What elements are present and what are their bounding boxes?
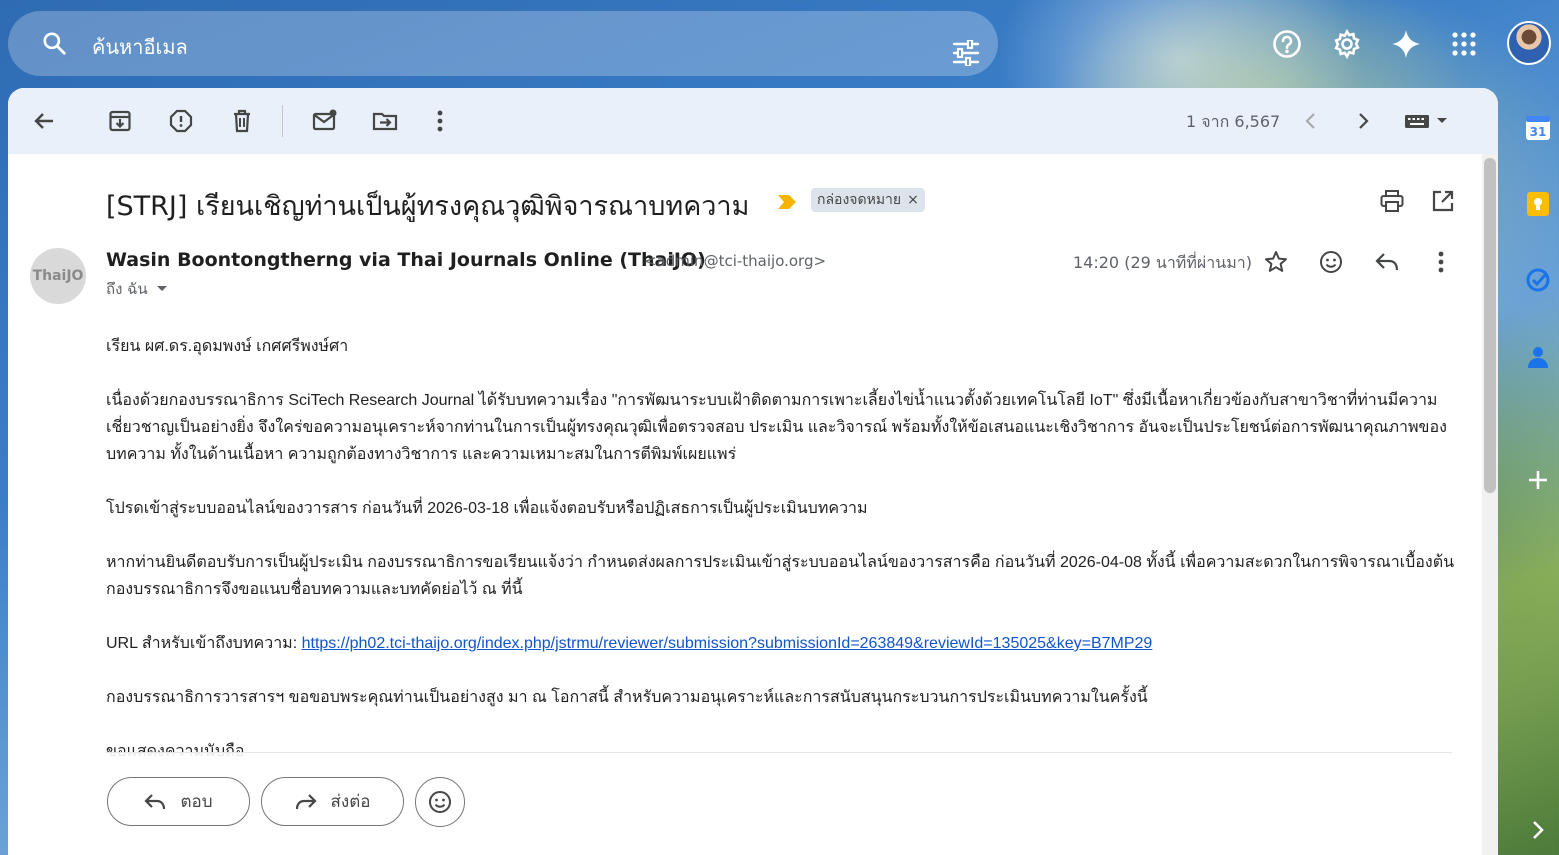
divider: [106, 752, 1452, 753]
add-icon[interactable]: [1524, 466, 1552, 494]
move-icon[interactable]: [371, 107, 399, 135]
email-greeting: เรียน ผศ.ดร.อุดมพงษ์ เกศศรีพงษ์ศา: [106, 338, 349, 355]
apps-icon[interactable]: [1444, 24, 1484, 64]
gemini-icon[interactable]: [1386, 24, 1426, 64]
forward-button[interactable]: ส่งต่อ: [261, 777, 404, 826]
tasks-icon[interactable]: [1524, 266, 1552, 294]
calendar-icon[interactable]: 31: [1524, 114, 1552, 142]
sender-avatar: ThaiJO: [30, 248, 86, 304]
archive-icon[interactable]: [106, 107, 134, 135]
settings-icon[interactable]: [1327, 24, 1367, 64]
mark-unread-icon[interactable]: [311, 107, 339, 135]
scrollbar-thumb[interactable]: [1484, 158, 1496, 493]
calendar-day: 31: [1530, 125, 1547, 139]
contacts-icon[interactable]: [1524, 343, 1552, 371]
account-avatar[interactable]: [1507, 21, 1551, 65]
tune-icon[interactable]: [952, 38, 982, 68]
star-icon[interactable]: [1262, 248, 1290, 276]
emoji-reaction-button[interactable]: [415, 777, 465, 827]
reply-icon[interactable]: [1373, 248, 1401, 276]
spam-icon[interactable]: [167, 107, 195, 135]
forward-label: ส่งต่อ: [330, 792, 371, 812]
open-new-window-icon[interactable]: [1429, 187, 1457, 215]
importance-marker-icon[interactable]: [778, 194, 796, 209]
print-icon[interactable]: [1378, 187, 1406, 215]
search-input[interactable]: ค้นหาอีเมล: [92, 31, 188, 63]
search-bar[interactable]: ค้นหาอีเมล: [8, 11, 998, 76]
email-paragraph: โปรดเข้าสู่ระบบออนไลน์ของวารสาร ก่อนวันท…: [106, 500, 868, 517]
label-text: กล่องจดหมาย: [817, 192, 902, 208]
email-paragraph: กองบรรณาธิการวารสารฯ ขอขอบพระคุณท่านเป็น…: [106, 689, 1148, 706]
back-icon[interactable]: [30, 107, 58, 135]
chevron-right-icon[interactable]: [1350, 107, 1378, 135]
search-icon[interactable]: [41, 30, 67, 56]
emoji-icon[interactable]: [1317, 248, 1345, 276]
email-url-line: URL สำหรับเข้าถึงบทความ: https://ph02.tc…: [106, 630, 1456, 657]
more-icon[interactable]: [426, 107, 454, 135]
chevron-right-icon[interactable]: [1524, 816, 1552, 844]
forward-icon: [295, 793, 317, 809]
sender-email: <admin@tci-thaijo.org>: [644, 252, 827, 270]
toolbar-divider: [282, 105, 283, 137]
email-paragraph: หากท่านยินดีตอบรับการเป็นผู้ประเมิน กองบ…: [106, 554, 1455, 598]
emoji-icon: [429, 791, 451, 813]
email-body: เรียน ผศ.ดร.อุดมพงษ์ เกศศรีพงษ์ศา เนื่อง…: [106, 333, 1456, 792]
email-paragraph: เนื่องด้วยกองบรรณาธิการ SciTech Research…: [106, 392, 1447, 463]
delete-icon[interactable]: [228, 107, 256, 135]
email-subject: [STRJ] เรียนเชิญท่านเป็นผู้ทรงคุณวุฒิพิจ…: [106, 191, 750, 222]
email-panel: 1 จาก 6,567 [STRJ] เรียนเชิญท่านเป็นผู้ท…: [8, 88, 1498, 855]
help-icon[interactable]: [1267, 24, 1307, 64]
submission-link[interactable]: https://ph02.tci-thaijo.org/index.php/js…: [302, 635, 1153, 652]
recipient-details[interactable]: ถึง ฉัน: [106, 277, 168, 301]
chevron-left-icon[interactable]: [1296, 107, 1324, 135]
keep-icon[interactable]: [1524, 190, 1552, 218]
sender-name[interactable]: Wasin Boontongtherng via Thai Journals O…: [106, 249, 706, 271]
chevron-down-icon[interactable]: [156, 285, 168, 293]
remove-label-icon[interactable]: ×: [907, 192, 919, 208]
url-label: URL สำหรับเข้าถึงบทความ:: [106, 635, 302, 652]
pager-count: 1 จาก 6,567: [1186, 112, 1281, 131]
reply-icon: [144, 793, 166, 809]
inbox-label-chip[interactable]: กล่องจดหมาย ×: [811, 188, 925, 212]
reply-button[interactable]: ตอบ: [107, 777, 250, 826]
toolbar: 1 จาก 6,567: [8, 88, 1498, 154]
email-timestamp: 14:20 (29 นาทีที่ผ่านมา): [1073, 253, 1252, 272]
more-icon[interactable]: [1427, 248, 1455, 276]
reply-label: ตอบ: [180, 792, 213, 812]
recipient-label: ถึง ฉัน: [106, 280, 148, 298]
keyboard-icon[interactable]: [1402, 107, 1452, 135]
